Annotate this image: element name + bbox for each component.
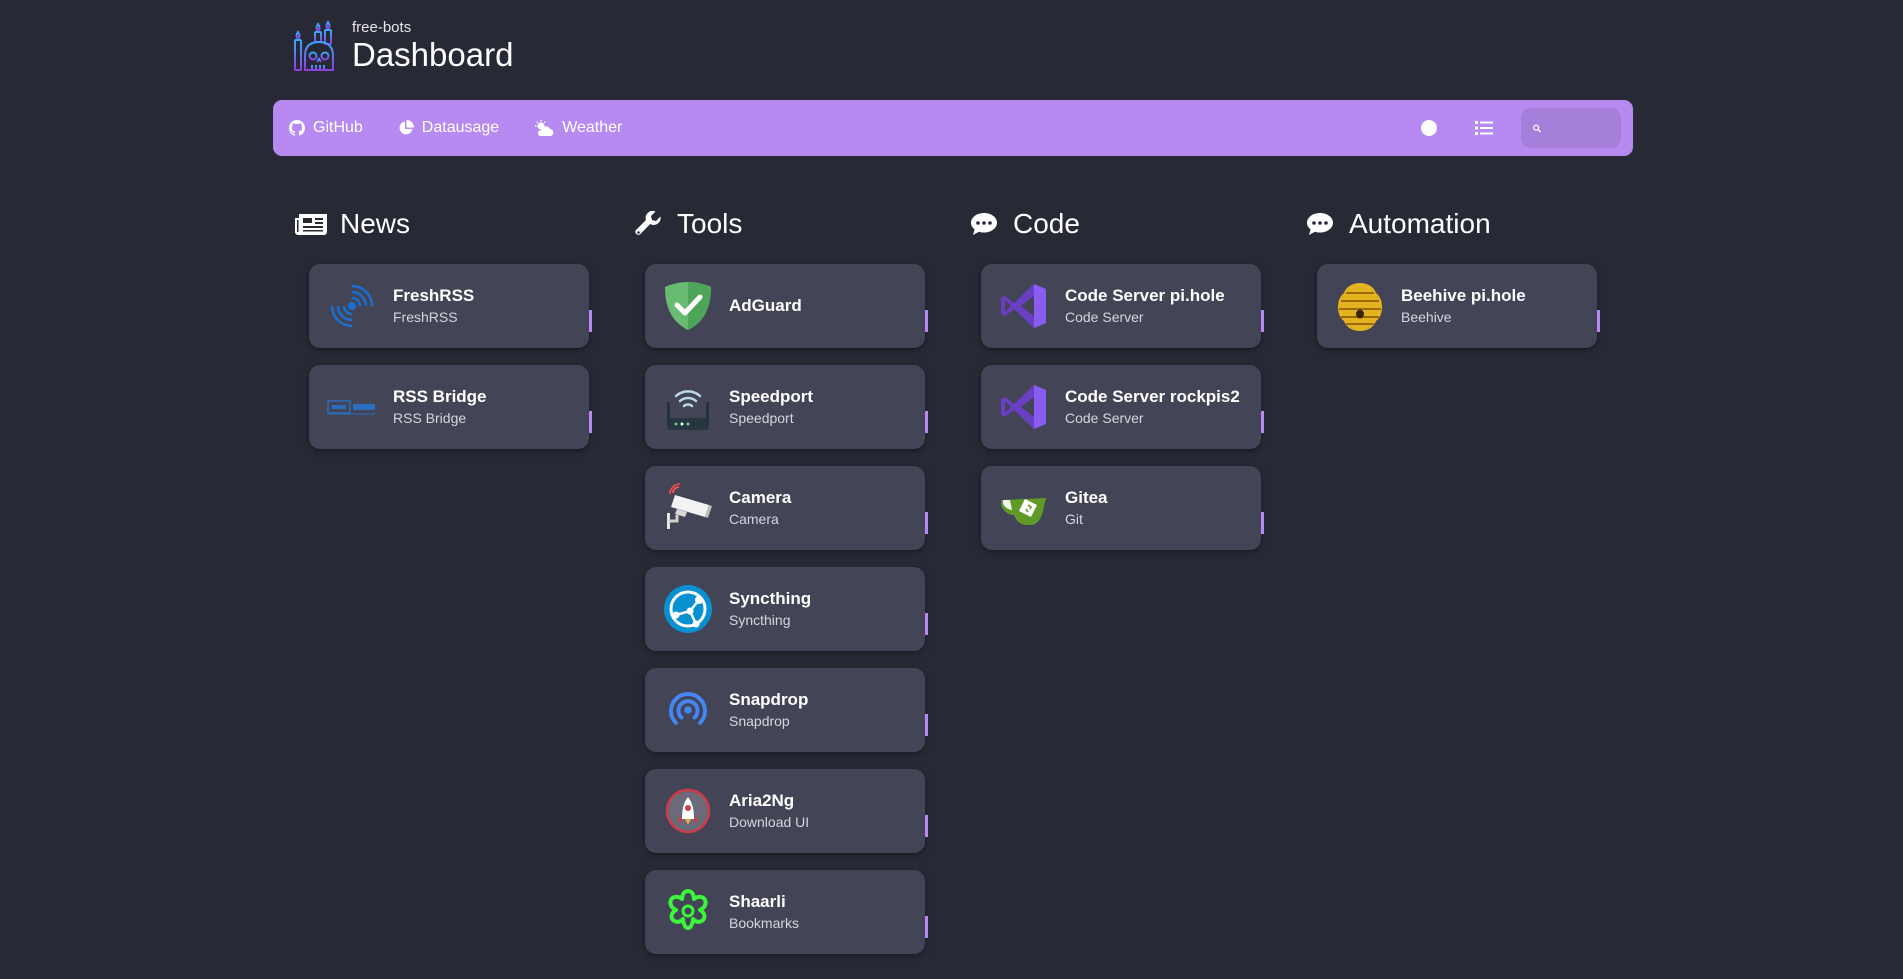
service-card-snapdrop[interactable]: Snapdrop Snapdrop <box>645 668 928 752</box>
service-card-gitea[interactable]: Gitea Git <box>981 466 1264 550</box>
service-card-title: Gitea <box>1065 488 1108 507</box>
navbar: GitHub Datausage Weather <box>273 100 1633 156</box>
service-card-subtitle: RSS Bridge <box>393 410 467 426</box>
section-title-label: Tools <box>677 208 743 239</box>
comment-icon <box>971 213 997 235</box>
nav-link-weather[interactable]: Weather <box>534 119 622 137</box>
service-card-subtitle: Code Server <box>1065 309 1144 325</box>
service-card-code-server-rockpis2[interactable]: Code Server rockpis2 Code Server <box>981 365 1264 449</box>
service-card-camera[interactable]: Camera Camera <box>645 466 928 550</box>
service-card-syncthing[interactable]: Syncthing Syncthing <box>645 567 928 651</box>
service-card-rss-bridge[interactable]: RSS Bridge RSS Bridge <box>309 365 592 449</box>
wrench-icon <box>635 210 661 235</box>
service-card-title: Snapdrop <box>729 690 809 709</box>
list-icon <box>1475 121 1493 135</box>
section-title-label: Code <box>1013 208 1080 239</box>
nav-link-github-label: GitHub <box>313 119 363 136</box>
service-card-title: Code Server rockpis2 <box>1065 387 1240 406</box>
section-title-code: Code <box>967 208 1080 240</box>
page-subtitle: free-bots <box>352 19 412 36</box>
pie-chart-icon <box>399 120 414 135</box>
service-card-title: AdGuard <box>729 296 802 315</box>
navbar-controls <box>1421 108 1621 148</box>
service-card-subtitle: Code Server <box>1065 410 1144 426</box>
freshrss-icon <box>330 284 374 328</box>
service-card-title: Aria2Ng <box>729 791 795 810</box>
service-card-title: Syncthing <box>729 589 812 608</box>
service-card-subtitle: FreshRSS <box>393 309 458 325</box>
service-card-speedport[interactable]: Speedport Speedport <box>645 365 928 449</box>
service-card-shaarli[interactable]: Shaarli Bookmarks <box>645 870 928 954</box>
service-card-code-server-pihole[interactable]: Code Server pi.hole Code Server <box>981 264 1264 348</box>
service-card-title: Code Server pi.hole <box>1065 286 1225 305</box>
snapdrop-icon <box>669 691 707 725</box>
section-title-tools: Tools <box>631 208 742 240</box>
router-icon <box>667 390 709 430</box>
shaarli-icon <box>668 889 708 930</box>
page-header: free-bots Dashboard <box>288 18 513 74</box>
vscode-icon <box>1001 385 1046 429</box>
service-card-aria2ng[interactable]: Aria2Ng Download UI <box>645 769 928 853</box>
github-icon <box>289 120 305 136</box>
service-card-subtitle: Syncthing <box>729 612 791 628</box>
beehive-icon <box>1338 283 1382 331</box>
cloud-sun-icon <box>535 120 554 136</box>
rss-bridge-icon <box>327 400 375 415</box>
comment-icon <box>1307 213 1333 235</box>
security-camera-icon <box>667 483 712 529</box>
service-card-subtitle: Git <box>1065 511 1083 527</box>
service-card-beehive-pihole[interactable]: Beehive pi.hole Beehive <box>1317 264 1600 348</box>
page-title: Dashboard <box>352 36 514 73</box>
section-title-automation: Automation <box>1303 208 1491 240</box>
search-input[interactable] <box>1547 119 1621 137</box>
nav-link-datausage-label: Datausage <box>421 119 500 136</box>
section-title-label: News <box>340 208 411 239</box>
service-card-subtitle: Download UI <box>729 814 810 830</box>
skull-candles-logo-icon <box>288 18 344 74</box>
service-card-subtitle: Speedport <box>729 410 794 426</box>
service-card-title: RSS Bridge <box>393 387 487 406</box>
search-icon <box>1533 124 1541 132</box>
service-card-title: Camera <box>729 488 792 507</box>
service-card-title: FreshRSS <box>393 286 475 305</box>
syncthing-icon <box>664 585 712 633</box>
newspaper-icon <box>295 214 327 235</box>
service-card-subtitle: Snapdrop <box>729 713 790 729</box>
service-card-subtitle: Bookmarks <box>729 915 800 931</box>
theme-toggle-button[interactable] <box>1421 120 1437 136</box>
vscode-icon <box>1001 284 1046 328</box>
service-card-freshrss[interactable]: FreshRSS FreshRSS <box>309 264 592 348</box>
nav-link-datausage[interactable]: Datausage <box>398 119 499 137</box>
search-box[interactable] <box>1521 108 1621 148</box>
section-title-news: News <box>294 208 410 240</box>
service-card-subtitle: Camera <box>729 511 779 527</box>
nav-link-weather-label: Weather <box>562 119 623 136</box>
aria2ng-icon <box>665 788 711 834</box>
service-card-title: Beehive pi.hole <box>1401 286 1526 305</box>
service-card-title: Speedport <box>729 387 814 406</box>
service-card-subtitle: Beehive <box>1401 309 1452 325</box>
service-card-title: Shaarli <box>729 892 786 911</box>
gitea-icon <box>1001 498 1046 525</box>
section-title-label: Automation <box>1349 208 1491 239</box>
service-card-adguard[interactable]: AdGuard <box>645 264 928 348</box>
adguard-shield-icon <box>665 282 711 330</box>
layout-toggle-button[interactable] <box>1475 120 1493 136</box>
nav-link-github[interactable]: GitHub <box>289 119 363 137</box>
